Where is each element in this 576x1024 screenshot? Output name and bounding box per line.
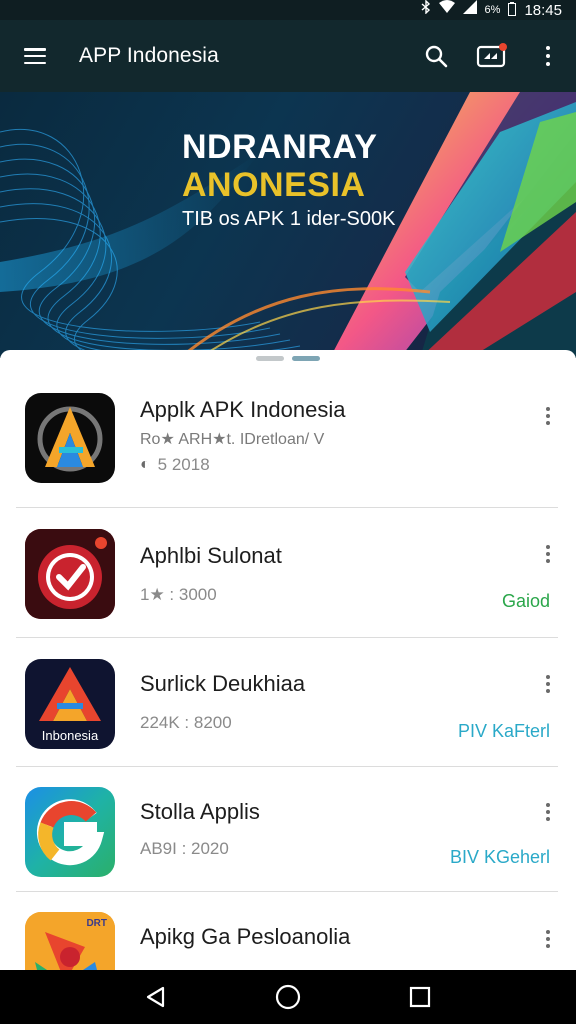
wifi-icon <box>438 0 455 20</box>
app-icon: Inbonesia <box>25 659 115 749</box>
more-vert-icon[interactable] <box>546 407 550 425</box>
list-item[interactable]: Inbonesia Surlick Deukhiaa 224K : 8200 P… <box>0 659 576 769</box>
app-icon: DRT <box>25 912 115 970</box>
menu-button[interactable] <box>0 20 70 92</box>
app-name: Applk APK Indonesia <box>140 397 346 422</box>
more-vert-icon[interactable] <box>546 545 550 563</box>
rating-icon: ◐ <box>140 456 150 473</box>
recents-icon <box>409 986 431 1008</box>
status-bar: 6% 18:45 <box>0 0 576 20</box>
clock: 18:45 <box>524 1 562 19</box>
app-icon <box>25 529 115 619</box>
divider <box>16 507 558 508</box>
app-bar: APP Indonesia <box>0 20 576 92</box>
app-meta: 224K : 8200 <box>140 713 232 732</box>
app-meta: AB9I : 2020 <box>140 839 229 858</box>
home-button[interactable] <box>268 977 308 1017</box>
banner-caption: TIB os APK 1 ider-S00K <box>182 208 396 230</box>
app-meta: 1★ : 3000 <box>140 585 217 604</box>
app-name: Apikg Ga Pesloanolia <box>140 924 351 949</box>
list-item[interactable]: Stolla Applis AB9I : 2020 BIV KGeherl <box>0 787 576 897</box>
banner-subheadline: ANONESIA <box>182 166 366 204</box>
app-meta-row: ◐ 5 2018 <box>140 455 210 475</box>
app-icon <box>25 393 115 483</box>
more-vert-icon[interactable] <box>546 803 550 821</box>
battery-text: 6% <box>484 4 501 16</box>
back-icon <box>146 986 165 1008</box>
app-icon <box>25 787 115 877</box>
battery-icon <box>508 1 517 19</box>
divider <box>16 766 558 767</box>
app-icon-label: DRT <box>86 918 107 929</box>
bluetooth-icon <box>421 0 431 20</box>
list-item[interactable]: Applk APK Indonesia Ro★ ARH★t. IDretloan… <box>0 393 576 509</box>
install-status[interactable]: Gaiod <box>502 591 550 612</box>
app-icon-label: Inbonesia <box>41 728 99 743</box>
search-button[interactable] <box>408 20 464 92</box>
app-name: Stolla Applis <box>140 799 260 824</box>
more-vert-icon <box>546 46 550 66</box>
more-vert-icon[interactable] <box>546 675 550 693</box>
divider <box>16 637 558 638</box>
sheet-handle[interactable] <box>256 356 320 361</box>
promo-banner[interactable]: NDRANRAY ANONESIA TIB os APK 1 ider-S00K <box>0 92 576 358</box>
divider <box>16 891 558 892</box>
app-developer: Ro★ ARH★t. IDretloan/ V <box>140 431 325 448</box>
more-vert-icon[interactable] <box>546 930 550 948</box>
app-list-sheet: Applk APK Indonesia Ro★ ARH★t. IDretloan… <box>0 350 576 970</box>
banner-headline: NDRANRAY <box>182 128 378 166</box>
app-meta: 5 2018 <box>157 455 210 474</box>
app-name: Surlick Deukhiaa <box>140 671 306 696</box>
app-name: Aphlbi Sulonat <box>140 543 282 568</box>
back-button[interactable] <box>136 977 176 1017</box>
signal-icon <box>462 0 477 20</box>
recents-button[interactable] <box>400 977 440 1017</box>
menu-icon <box>24 48 46 64</box>
cast-icon <box>476 43 507 68</box>
more-options-button[interactable] <box>520 20 576 92</box>
search-icon <box>425 45 448 68</box>
list-item[interactable]: DRT Apikg Ga Pesloanolia <box>0 912 576 970</box>
list-item[interactable]: Aphlbi Sulonat 1★ : 3000 Gaiod <box>0 529 576 639</box>
cast-button[interactable] <box>464 20 520 92</box>
install-status[interactable]: BIV KGeherl <box>450 847 550 868</box>
home-icon <box>275 984 301 1010</box>
system-nav-bar <box>0 970 576 1024</box>
page-title: APP Indonesia <box>79 44 219 67</box>
install-status[interactable]: PIV KaFterl <box>458 721 550 742</box>
